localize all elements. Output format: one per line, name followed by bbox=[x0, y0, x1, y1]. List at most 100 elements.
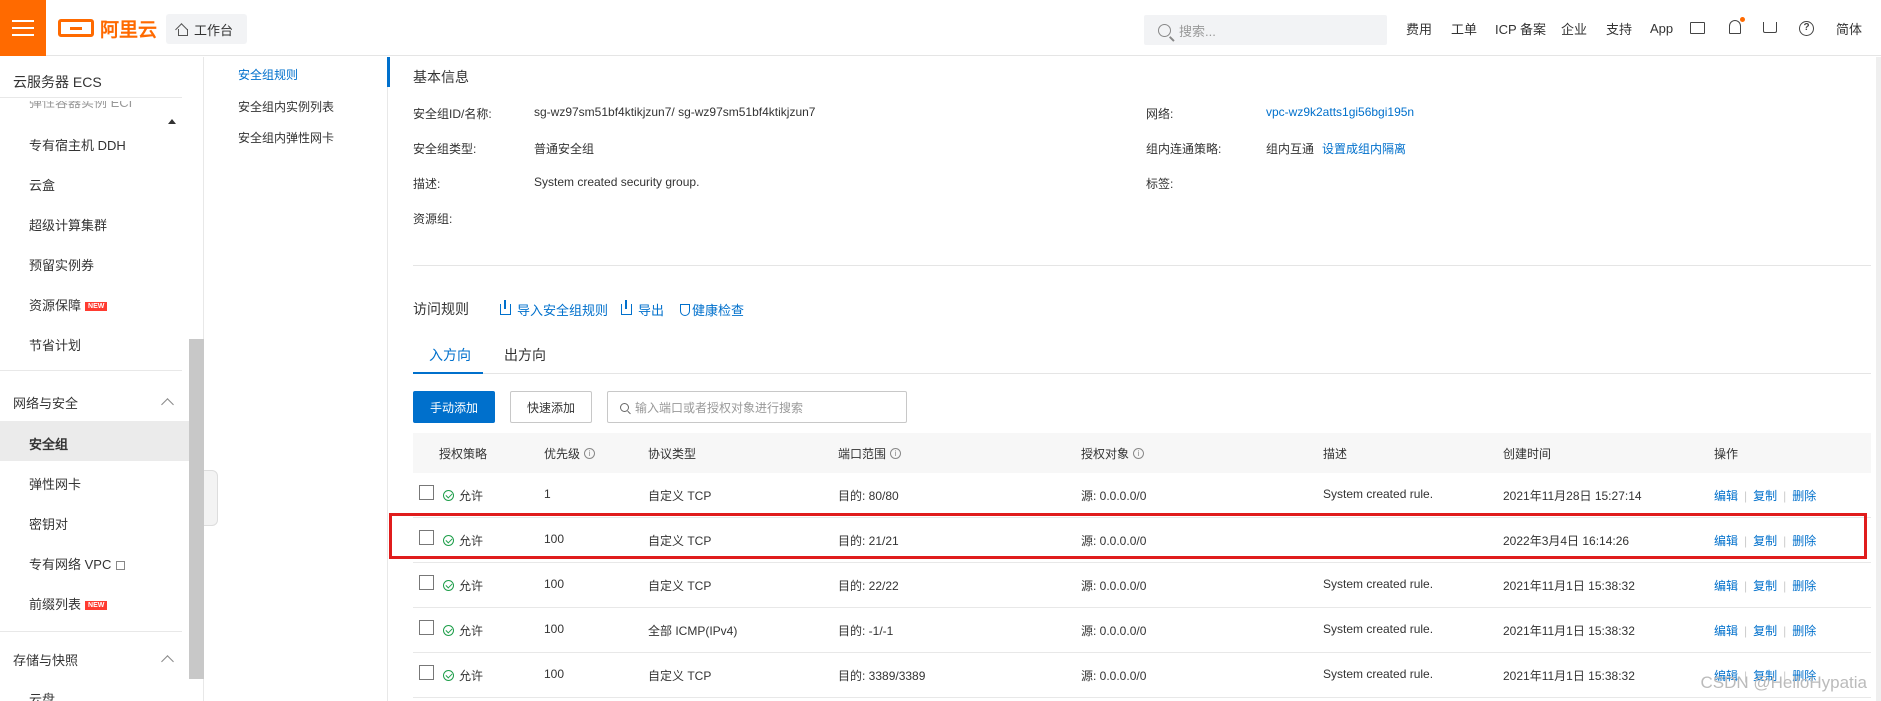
edit-link[interactable]: 编辑 bbox=[1714, 577, 1738, 594]
col-ops: 操作 bbox=[1714, 447, 1739, 461]
sidebar-collapse-handle[interactable] bbox=[204, 470, 218, 526]
policy-cell: 允许 bbox=[443, 577, 483, 594]
delete-link[interactable]: 删除 bbox=[1792, 487, 1816, 504]
page-scrollbar[interactable] bbox=[1876, 57, 1881, 701]
sidebar-item-ddh[interactable]: 专有宿主机 DDH bbox=[29, 135, 126, 154]
language-switch[interactable]: 简体 bbox=[1836, 19, 1862, 38]
tab-active-underline bbox=[413, 372, 483, 374]
policy-cell: 允许 bbox=[443, 622, 483, 639]
sidebar-section-storage[interactable]: 存储与快照 bbox=[13, 650, 78, 669]
export-link[interactable]: 导出 bbox=[621, 300, 664, 319]
nav-support[interactable]: 支持 bbox=[1606, 19, 1632, 38]
network-label: 网络: bbox=[1146, 107, 1174, 121]
cart-icon[interactable] bbox=[1763, 22, 1777, 33]
access-rules-title: 访问规则 bbox=[413, 301, 469, 317]
edit-link[interactable]: 编辑 bbox=[1714, 622, 1738, 639]
manual-add-button[interactable]: 手动添加 bbox=[413, 391, 495, 423]
vpc-link[interactable]: vpc-wz9k2atts1gi56bgi195n bbox=[1266, 105, 1414, 119]
sidebar-item-eci[interactable]: 弹性容器实例 ECI bbox=[29, 101, 132, 109]
col-port: 端口范围 i bbox=[838, 445, 902, 462]
chevron-up-icon[interactable] bbox=[161, 655, 174, 668]
copy-link[interactable]: 复制 bbox=[1753, 487, 1777, 504]
table-row: 允许 100 全部 ICMP(IPv4) 目的: -1/-1 源: 0.0.0.… bbox=[413, 608, 1871, 653]
menu-icon[interactable] bbox=[0, 0, 46, 56]
global-search-input[interactable]: 搜索... bbox=[1144, 15, 1387, 45]
tab-outbound[interactable]: 出方向 bbox=[504, 345, 546, 365]
priority-cell: 100 bbox=[544, 577, 565, 591]
sidebar-item-disk[interactable]: 云盘 bbox=[29, 689, 55, 701]
copy-link[interactable]: 复制 bbox=[1753, 622, 1777, 639]
sidebar-section-network[interactable]: 网络与安全 bbox=[13, 393, 78, 412]
workbench-label: 工作台 bbox=[194, 22, 234, 38]
main-content: 基本信息 安全组ID/名称: sg-wz97sm51bf4ktikjzun7/ … bbox=[390, 57, 1881, 701]
delete-link[interactable]: 删除 bbox=[1792, 577, 1816, 594]
sidebar-item-eni[interactable]: 弹性网卡 bbox=[29, 474, 81, 493]
scroll-up-arrow-icon[interactable] bbox=[168, 115, 176, 124]
sidebar-scrollbar[interactable] bbox=[189, 339, 204, 679]
terminal-icon[interactable] bbox=[1690, 22, 1705, 34]
copy-link[interactable]: 复制 bbox=[1753, 577, 1777, 594]
chevron-up-icon[interactable] bbox=[161, 398, 174, 411]
priority-cell: 100 bbox=[544, 622, 565, 636]
aliyun-logo[interactable]: 阿里云 bbox=[58, 16, 157, 41]
search-icon bbox=[1158, 23, 1171, 37]
source-cell: 源: 0.0.0.0/0 bbox=[1081, 579, 1147, 593]
sidebar-item-security-group[interactable]: 安全组 bbox=[29, 434, 68, 453]
delete-link[interactable]: 删除 bbox=[1792, 622, 1816, 639]
info-icon[interactable]: i bbox=[584, 448, 596, 459]
policy-value: 组内互通 bbox=[1266, 142, 1315, 156]
allow-icon bbox=[443, 580, 454, 591]
ops-cell: 编辑 | 复制 | 删除 bbox=[1714, 487, 1817, 504]
sidebar-item-resource-guarantee[interactable]: 资源保障 NEW bbox=[29, 295, 108, 314]
subnav-instances[interactable]: 安全组内实例列表 bbox=[238, 98, 334, 115]
sidebar-item-keypair[interactable]: 密钥对 bbox=[29, 514, 68, 533]
notification-dot-icon bbox=[1740, 17, 1745, 22]
new-badge: NEW bbox=[85, 302, 108, 311]
sidebar-item-vpc[interactable]: 专有网络 VPC bbox=[29, 554, 126, 573]
import-rules-link[interactable]: 导入安全组规则 bbox=[500, 300, 608, 319]
nav-app[interactable]: App bbox=[1650, 21, 1673, 36]
set-isolation-link[interactable]: 设置成组内隔离 bbox=[1322, 140, 1406, 157]
row-checkbox[interactable] bbox=[419, 620, 434, 635]
sidebar-title: 云服务器 ECS bbox=[13, 74, 102, 90]
sg-type-value: 普通安全组 bbox=[534, 142, 595, 156]
col-priority: 优先级 i bbox=[544, 445, 596, 462]
workbench-button[interactable]: 工作台 bbox=[166, 14, 248, 44]
source-cell: 源: 0.0.0.0/0 bbox=[1081, 669, 1147, 683]
sidebar-item-reserved[interactable]: 预留实例券 bbox=[29, 255, 94, 274]
health-check-link[interactable]: 健康检查 bbox=[680, 300, 744, 319]
row-checkbox[interactable] bbox=[419, 485, 434, 500]
rule-search-input[interactable]: 输入端口或者授权对象进行搜索 bbox=[607, 391, 907, 423]
tag-label: 标签: bbox=[1146, 177, 1174, 191]
nav-icp[interactable]: ICP 备案 bbox=[1495, 19, 1546, 38]
col-protocol: 协议类型 bbox=[648, 447, 697, 461]
subnav-rules[interactable]: 安全组规则 bbox=[238, 66, 298, 83]
tab-inbound[interactable]: 入方向 bbox=[429, 345, 471, 365]
edit-link[interactable]: 编辑 bbox=[1714, 487, 1738, 504]
quick-add-button[interactable]: 快速添加 bbox=[510, 391, 592, 423]
info-icon[interactable]: i bbox=[890, 448, 902, 459]
protocol-cell: 自定义 TCP bbox=[648, 489, 712, 503]
sidebar-item-scc[interactable]: 超级计算集群 bbox=[29, 215, 107, 234]
info-icon[interactable]: i bbox=[1133, 448, 1145, 459]
help-icon[interactable]: ? bbox=[1799, 21, 1814, 36]
subnav-enis[interactable]: 安全组内弹性网卡 bbox=[238, 129, 334, 146]
allow-icon bbox=[443, 625, 454, 636]
sidebar-item-cloudbox[interactable]: 云盒 bbox=[29, 175, 55, 194]
policy-label: 组内连通策略: bbox=[1146, 142, 1222, 156]
nav-billing[interactable]: 费用 bbox=[1406, 19, 1432, 38]
row-checkbox[interactable] bbox=[419, 575, 434, 590]
protocol-cell: 自定义 TCP bbox=[648, 669, 712, 683]
nav-enterprise[interactable]: 企业 bbox=[1561, 19, 1587, 38]
bell-icon[interactable] bbox=[1729, 20, 1741, 34]
row-checkbox[interactable] bbox=[419, 665, 434, 680]
created-cell: 2021年11月1日 15:38:32 bbox=[1503, 669, 1635, 683]
table-row: 允许 100 自定义 TCP 目的: 22/22 源: 0.0.0.0/0 Sy… bbox=[413, 563, 1871, 608]
table-header: 授权策略 优先级 i 协议类型 端口范围 i 授权对象 i 描述 创建时间 操作 bbox=[413, 433, 1871, 473]
priority-cell: 1 bbox=[544, 487, 551, 501]
source-cell: 源: 0.0.0.0/0 bbox=[1081, 624, 1147, 638]
nav-tickets[interactable]: 工单 bbox=[1451, 19, 1477, 38]
sidebar-item-savings[interactable]: 节省计划 bbox=[29, 335, 81, 354]
sidebar-item-prefix-list[interactable]: 前缀列表 NEW bbox=[29, 594, 108, 613]
highlight-box bbox=[389, 513, 1867, 559]
